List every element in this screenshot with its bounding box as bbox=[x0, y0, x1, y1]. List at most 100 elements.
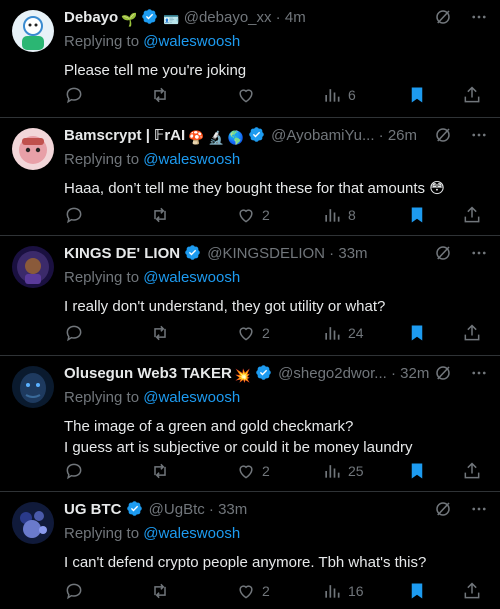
handle[interactable]: @shego2dwor... bbox=[278, 365, 387, 382]
grok-icon[interactable] bbox=[434, 8, 452, 26]
reply-card[interactable]: Debayo 🌱 🪪 @debayo_xx · 4m Replying to @wa… bbox=[0, 0, 500, 118]
like-icon bbox=[239, 327, 253, 341]
share-button[interactable] bbox=[462, 461, 482, 481]
avatar[interactable] bbox=[12, 246, 54, 288]
bookmark-button[interactable] bbox=[408, 85, 426, 105]
timestamp[interactable]: 33m bbox=[338, 245, 367, 262]
grok-icon[interactable] bbox=[434, 500, 452, 518]
reply-icon bbox=[66, 87, 82, 104]
avatar[interactable] bbox=[12, 366, 54, 408]
display-name[interactable]: KINGS DE' LION bbox=[64, 245, 180, 262]
mention-link[interactable]: @waleswoosh bbox=[143, 33, 240, 50]
avatar[interactable] bbox=[12, 128, 54, 170]
retweet-button[interactable] bbox=[150, 85, 200, 105]
replying-to: Replying to @waleswoosh bbox=[64, 524, 488, 544]
reply-card[interactable]: Olusegun Web3 TAKER 💥 @shego2dwor... · 32… bbox=[0, 356, 500, 492]
reply-button[interactable] bbox=[64, 323, 114, 343]
handle[interactable]: @AyobamiYu... bbox=[271, 127, 374, 144]
retweet-icon bbox=[154, 87, 166, 103]
avatar[interactable] bbox=[12, 502, 54, 544]
bookmark-button[interactable] bbox=[408, 205, 426, 225]
text-line: I really don't understand, they got util… bbox=[64, 298, 386, 315]
share-button[interactable] bbox=[462, 581, 482, 601]
share-button[interactable] bbox=[462, 323, 482, 343]
mention-link[interactable]: @waleswoosh bbox=[143, 269, 240, 286]
more-icon[interactable] bbox=[470, 364, 488, 382]
mention-link[interactable]: @waleswoosh bbox=[143, 525, 240, 542]
reply-button[interactable] bbox=[64, 85, 114, 105]
more-icon[interactable] bbox=[470, 8, 488, 26]
mention-link[interactable]: @waleswoosh bbox=[143, 151, 240, 168]
timestamp[interactable]: 26m bbox=[388, 127, 417, 144]
avatar-image bbox=[12, 10, 54, 52]
retweet-icon bbox=[154, 463, 166, 479]
reply-header: Debayo 🌱 🪪 @debayo_xx · 4m bbox=[64, 8, 488, 28]
retweet-button[interactable] bbox=[150, 581, 200, 601]
reply-button[interactable] bbox=[64, 461, 114, 481]
replying-label: Replying to bbox=[64, 525, 140, 542]
action-bar: 2 25 bbox=[64, 460, 482, 482]
view-count: 25 bbox=[348, 463, 364, 479]
bookmark-button[interactable] bbox=[408, 461, 426, 481]
display-name[interactable]: Debayo bbox=[64, 9, 118, 26]
grok-icon[interactable] bbox=[434, 126, 452, 144]
reply-card[interactable]: UG BTC @UgBtc · 33m Replying to @waleswo… bbox=[0, 492, 500, 609]
like-button[interactable]: 2 bbox=[236, 461, 286, 481]
like-icon bbox=[239, 89, 253, 103]
more-icon[interactable] bbox=[470, 126, 488, 144]
like-button[interactable]: 2 bbox=[236, 323, 286, 343]
replying-label: Replying to bbox=[64, 33, 140, 50]
display-name[interactable]: Olusegun Web3 TAKER bbox=[64, 365, 232, 382]
like-button[interactable]: 2 bbox=[236, 205, 286, 225]
reply-button[interactable] bbox=[64, 205, 114, 225]
retweet-button[interactable] bbox=[150, 323, 200, 343]
reply-text: I really don't understand, they got util… bbox=[64, 296, 488, 317]
views-button[interactable]: 25 bbox=[322, 461, 372, 481]
share-button[interactable] bbox=[462, 85, 482, 105]
retweet-icon bbox=[154, 325, 166, 341]
share-button[interactable] bbox=[462, 205, 482, 225]
view-count: 24 bbox=[348, 325, 364, 341]
handle[interactable]: @KINGSDELION bbox=[207, 245, 325, 262]
bookmark-button[interactable] bbox=[408, 323, 426, 343]
views-button[interactable]: 16 bbox=[322, 581, 372, 601]
handle[interactable]: @debayo_xx bbox=[184, 9, 272, 26]
reply-button[interactable] bbox=[64, 581, 114, 601]
reply-text: I can't defend crypto people anymore. Tb… bbox=[64, 552, 488, 573]
reply-card[interactable]: KINGS DE' LION @KINGSDELION · 33m Replyi… bbox=[0, 236, 500, 356]
bookmark-icon bbox=[411, 463, 423, 479]
mention-link[interactable]: @waleswoosh bbox=[143, 389, 240, 406]
reply-card[interactable]: Bamscrypt | 𝔽rAI 🍄 🔬 🌎 @AyobamiYu... · 26… bbox=[0, 118, 500, 236]
more-icon[interactable] bbox=[470, 500, 488, 518]
retweet-button[interactable] bbox=[150, 461, 200, 481]
timestamp[interactable]: 33m bbox=[218, 501, 247, 518]
separator-dot: · bbox=[204, 501, 219, 518]
retweet-button[interactable] bbox=[150, 205, 200, 225]
views-button[interactable]: 8 bbox=[322, 205, 372, 225]
like-icon bbox=[239, 465, 253, 479]
more-icon[interactable] bbox=[470, 244, 488, 262]
like-button[interactable] bbox=[236, 85, 286, 105]
reply-text: Please tell me you're joking bbox=[64, 60, 488, 81]
reply-icon bbox=[66, 325, 82, 342]
avatar[interactable] bbox=[12, 10, 54, 52]
display-name[interactable]: UG BTC bbox=[64, 501, 122, 518]
name-emoji: 🍄 🔬 🌎 bbox=[188, 130, 244, 145]
reply-icon bbox=[66, 207, 82, 224]
timestamp[interactable]: 4m bbox=[285, 9, 306, 26]
views-button[interactable]: 6 bbox=[322, 85, 372, 105]
retweet-icon bbox=[154, 207, 166, 223]
like-button[interactable]: 2 bbox=[236, 581, 286, 601]
reply-header: Olusegun Web3 TAKER 💥 @shego2dwor... · 32… bbox=[64, 364, 488, 384]
grok-icon[interactable] bbox=[434, 364, 452, 382]
display-name[interactable]: Bamscrypt | 𝔽rAI bbox=[64, 127, 185, 144]
replying-label: Replying to bbox=[64, 151, 140, 168]
grok-icon[interactable] bbox=[434, 244, 452, 262]
views-button[interactable]: 24 bbox=[322, 323, 372, 343]
bookmark-button[interactable] bbox=[408, 581, 426, 601]
timestamp[interactable]: 32m bbox=[400, 365, 429, 382]
action-bar: 6 bbox=[64, 84, 482, 106]
avatar-image bbox=[12, 502, 54, 544]
bookmark-icon bbox=[411, 207, 423, 223]
handle[interactable]: @UgBtc bbox=[149, 501, 205, 518]
